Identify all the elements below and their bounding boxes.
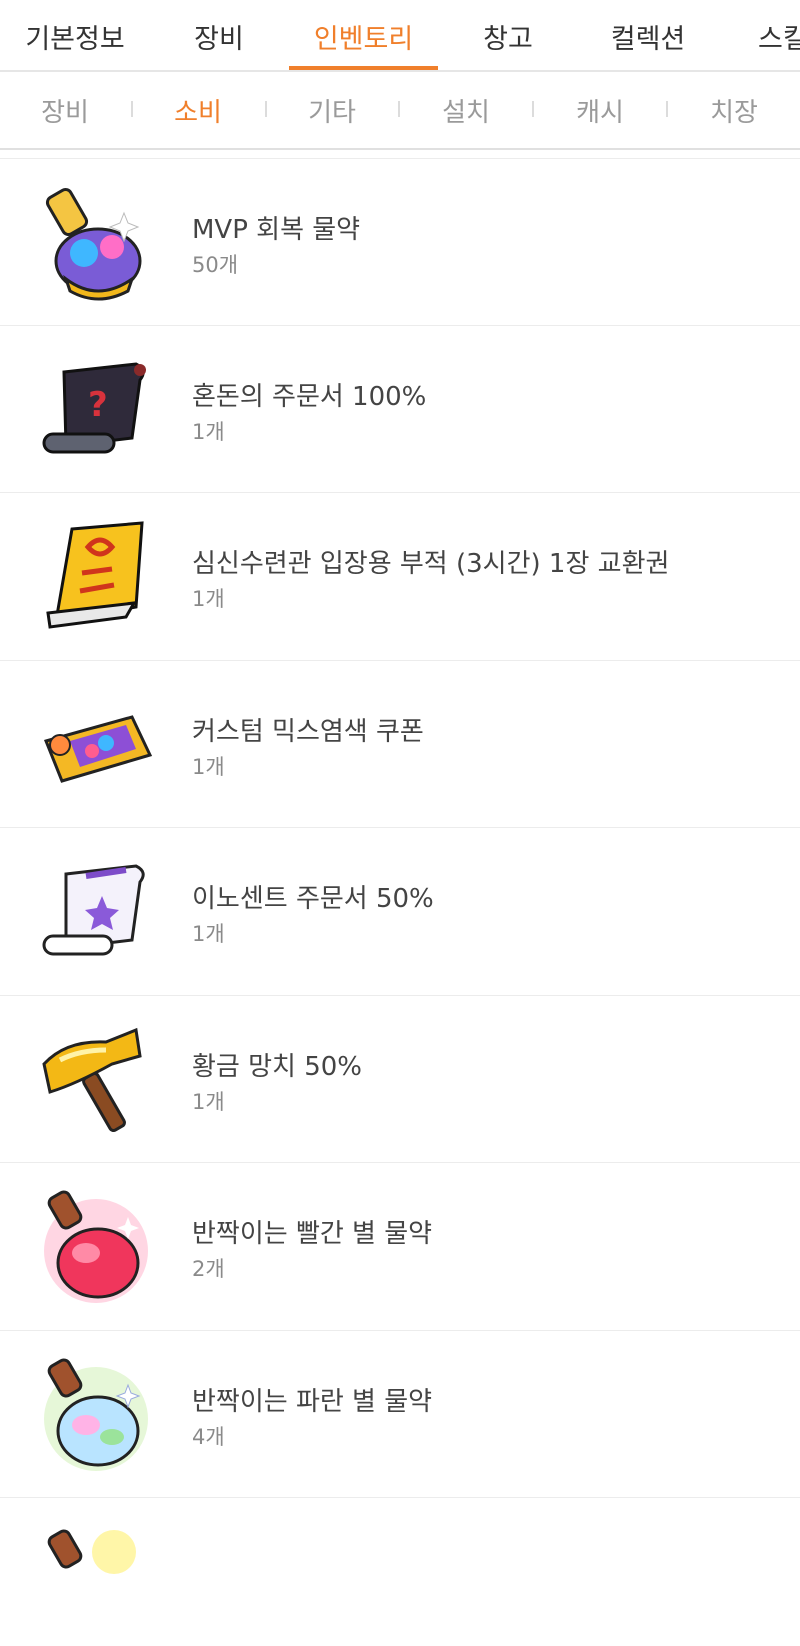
subtab-divider	[398, 101, 400, 117]
sub-tab-bar: 장비 소비 기타 설치 캐시 치장	[0, 72, 800, 150]
item-name: 혼돈의 주문서 100%	[192, 381, 427, 412]
tab-collection[interactable]: 컬렉션	[578, 0, 718, 70]
list-item[interactable]: 심신수련관 입장용 부적 (3시간) 1장 교환권 1개	[0, 493, 800, 661]
item-count: 1개	[192, 587, 225, 611]
tab-label: 스킬	[758, 23, 800, 55]
blue-star-potion-icon	[36, 1355, 156, 1475]
tab-label: 컬렉션	[610, 23, 686, 55]
subtab-label: 설치	[442, 97, 490, 128]
subtab-divider	[532, 101, 534, 117]
item-count: 1개	[192, 754, 225, 779]
item-count: 4개	[192, 1424, 225, 1449]
tab-equipment[interactable]: 장비	[150, 0, 288, 70]
item-name: 황금 망치 50%	[192, 1051, 362, 1082]
subtab-divider	[131, 101, 133, 117]
red-star-potion-icon	[36, 1187, 156, 1307]
item-count: 50개	[192, 253, 239, 277]
item-count: 1개	[192, 419, 225, 444]
subtab-equipment[interactable]: 장비	[10, 72, 120, 148]
item-count: 1개	[192, 1089, 225, 1114]
list-item[interactable]: 반짝이는 파란 별 물약 4개	[0, 1331, 800, 1498]
subtab-label: 치장	[710, 97, 758, 128]
subtab-label: 캐시	[576, 97, 624, 128]
chaos-scroll-icon: ?	[36, 350, 156, 470]
list-item[interactable]: ? 혼돈의 주문서 100% 1개	[0, 326, 800, 493]
subtab-cash[interactable]: 캐시	[545, 72, 655, 148]
tab-label: 기본정보	[25, 23, 125, 55]
subtab-consumable[interactable]: 소비	[143, 72, 253, 148]
list-item[interactable]: MVP 회복 물약 50개	[0, 158, 800, 326]
tab-label: 장비	[194, 23, 244, 55]
tab-label: 창고	[483, 23, 533, 55]
subtab-setup[interactable]: 설치	[411, 72, 521, 148]
item-name: 반짝이는 파란 별 물약	[192, 1386, 433, 1417]
list-item[interactable]: 황금 망치 50% 1개	[0, 996, 800, 1163]
subtab-etc[interactable]: 기타	[277, 72, 387, 148]
mvp-potion-icon	[36, 183, 156, 303]
tab-storage[interactable]: 창고	[438, 0, 578, 70]
subtab-divider	[265, 101, 267, 117]
subtab-decoration[interactable]: 치장	[679, 72, 789, 148]
list-item[interactable]: 커스텀 믹스염색 쿠폰 1개	[0, 661, 800, 828]
list-item[interactable]	[0, 1498, 800, 1574]
item-name: 심신수련관 입장용 부적 (3시간) 1장 교환권	[192, 549, 670, 579]
innocent-scroll-icon	[36, 852, 156, 972]
item-name: MVP 회복 물약	[192, 215, 361, 245]
subtab-divider	[666, 101, 668, 117]
golden-hammer-icon	[36, 1020, 156, 1140]
tab-basic-info[interactable]: 기본정보	[0, 0, 150, 70]
item-count: 2개	[192, 1257, 225, 1281]
subtab-label: 소비	[174, 97, 222, 128]
main-tab-bar: 기본정보 장비 인벤토리 창고 컬렉션 스킬	[0, 0, 800, 72]
talisman-icon	[36, 517, 156, 637]
list-item[interactable]: 이노센트 주문서 50% 1개	[0, 828, 800, 996]
svg-text:?: ?	[88, 385, 108, 425]
item-name: 반짝이는 빨간 별 물약	[192, 1219, 433, 1249]
tab-skill[interactable]: 스킬	[758, 0, 800, 70]
partial-item-icon	[36, 1522, 156, 1642]
subtab-label: 장비	[41, 97, 89, 128]
dye-coupon-icon	[36, 685, 156, 805]
subtab-label: 기타	[308, 97, 356, 128]
item-name: 커스텀 믹스염색 쿠폰	[192, 716, 424, 747]
tab-label: 인벤토리	[313, 23, 414, 55]
tab-inventory[interactable]: 인벤토리	[289, 0, 438, 70]
item-name: 이노센트 주문서 50%	[192, 884, 434, 914]
item-count: 1개	[192, 922, 225, 946]
list-item[interactable]: 반짝이는 빨간 별 물약 2개	[0, 1163, 800, 1331]
item-list: MVP 회복 물약 50개 ? 혼돈의 주문서 100% 1개 심신수련관 입장…	[0, 158, 800, 1574]
